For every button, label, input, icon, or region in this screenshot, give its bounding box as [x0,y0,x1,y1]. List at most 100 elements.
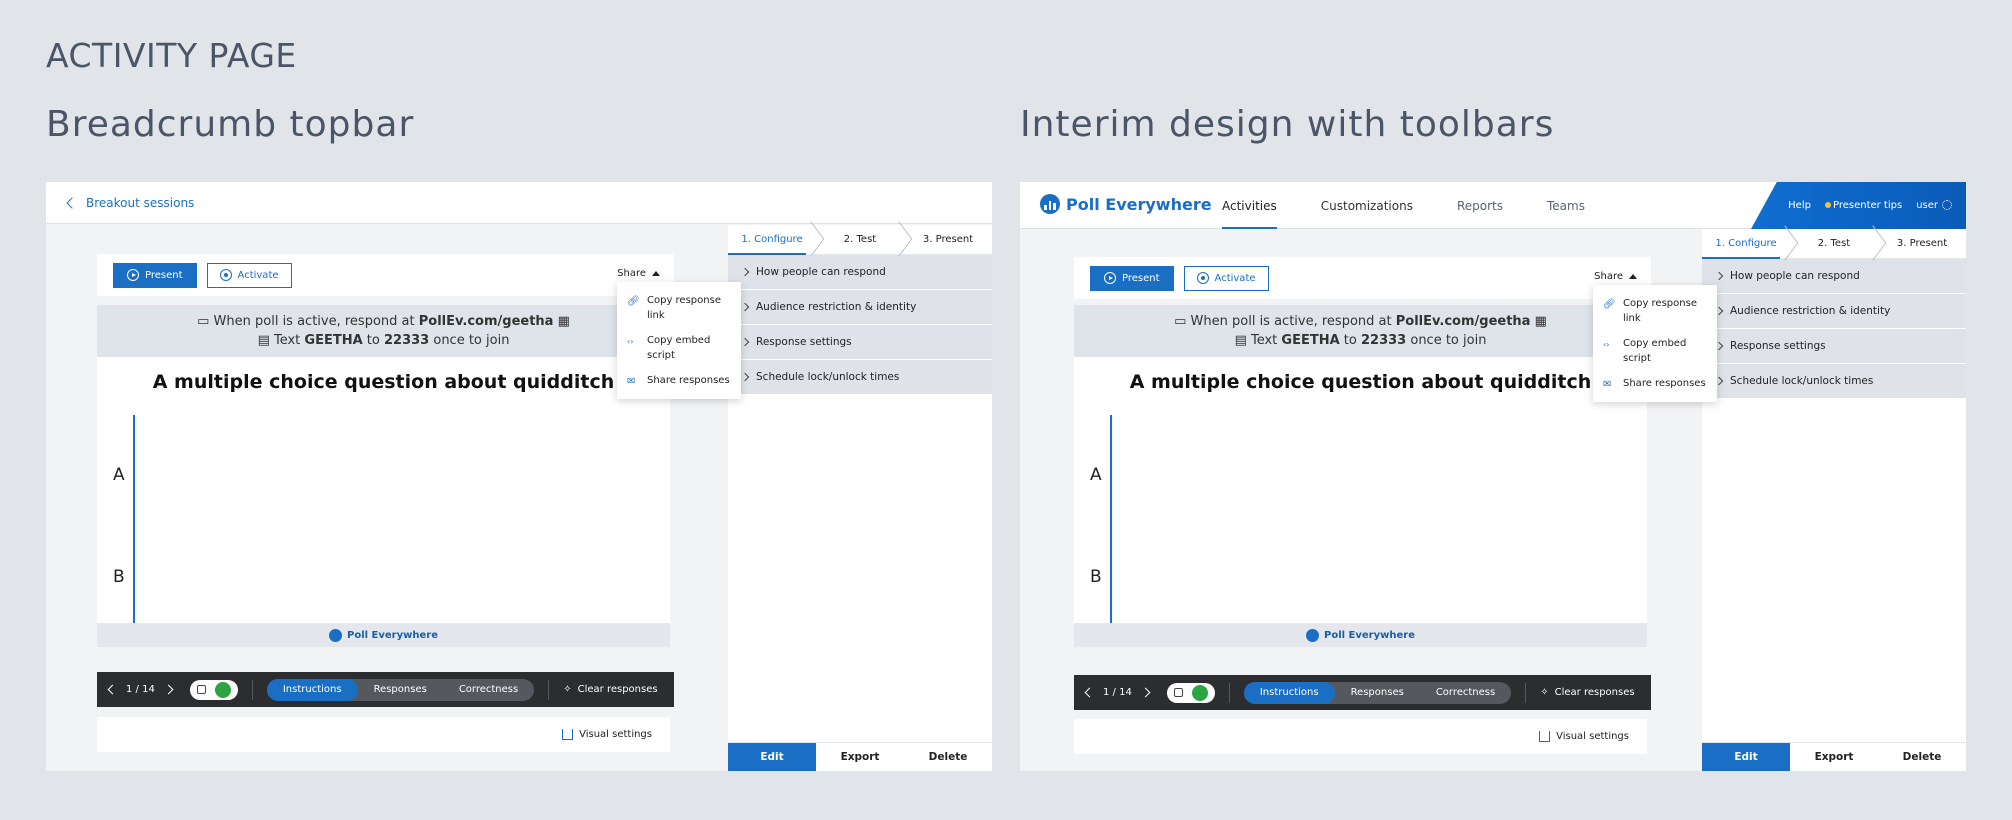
clear-responses-button[interactable]: ✧ Clear responses [1540,687,1634,698]
app-topbar: Poll Everywhere Activities Customization… [1020,182,1966,229]
mail-icon: ✉ [627,376,636,387]
nav-customizations[interactable]: Customizations [1299,182,1435,229]
visual-settings-link[interactable]: Visual settings [579,729,652,740]
breadcrumb-topbar: Breakout sessions [46,182,992,224]
broadcast-icon [219,269,232,281]
divider [1525,682,1527,703]
activate-button[interactable]: Activate [206,262,292,288]
visual-settings-bar: Visual settings [1074,719,1647,754]
share-responses-item[interactable]: ✉ Share responses [627,368,731,393]
chevron-right-icon [740,267,750,277]
chevron-right-icon [740,302,750,312]
breadcrumb-label: Breakout sessions [86,196,195,210]
copy-embed-script-item[interactable]: ‹› Copy embed script [1603,331,1707,371]
response-instructions: ▭ When poll is active, respond at PollEv… [97,305,670,357]
config-sidebar: 1. Configure 2. Test 3. Present How peop… [1702,225,1966,771]
next-slide-icon[interactable] [163,684,174,695]
delete-button[interactable]: Delete [1878,743,1966,771]
share-button[interactable]: Share [617,268,660,279]
tab-correctness[interactable]: Correctness [443,679,534,701]
presenter-tips-link[interactable]: Presenter tips [1824,200,1902,211]
nav-activities[interactable]: Activities [1200,182,1299,229]
poll-everywhere-logo-icon [1306,628,1319,642]
tab-instructions[interactable]: Instructions [1243,681,1335,704]
unlock-icon[interactable] [215,681,232,698]
edit-button[interactable]: Edit [728,743,816,771]
chevron-right-icon [740,337,750,347]
visual-settings-link[interactable]: Visual settings [1556,731,1629,742]
option-label: B [113,567,125,587]
edit-button[interactable]: Edit [1702,743,1790,771]
accordion-response-settings[interactable]: Response settings [1702,329,1966,364]
copy-embed-script-item[interactable]: ‹› Copy embed script [627,328,731,368]
accordion-audience-restriction[interactable]: Audience restriction & identity [1702,294,1966,329]
config-sidebar: 1. Configure 2. Test 3. Present How peop… [728,221,992,771]
next-slide-icon[interactable] [1140,687,1151,698]
left-mockup: Breakout sessions Present Activate Share… [46,182,992,771]
accordion-schedule-lock[interactable]: Schedule lock/unlock times [728,360,992,395]
accordion-how-people-respond[interactable]: How people can respond [1702,259,1966,294]
question-title: A multiple choice question about quiddit… [152,371,615,393]
tab-correctness[interactable]: Correctness [1420,682,1511,704]
breadcrumb[interactable]: Breakout sessions [66,196,195,210]
play-icon [127,269,139,281]
sidebar-actions: Edit Export Delete [728,742,992,771]
copy-response-link-item[interactable]: 🔗︎ Copy response link [1603,291,1707,331]
present-button[interactable]: Present [1090,265,1174,291]
link-icon: 🔗︎ [627,296,640,307]
chevron-left-icon [66,197,78,209]
accordion-how-people-respond[interactable]: How people can respond [728,255,992,290]
export-button[interactable]: Export [816,743,904,771]
unlock-icon[interactable] [1192,684,1209,701]
accordion-response-settings[interactable]: Response settings [728,325,992,360]
tab-responses[interactable]: Responses [358,679,443,701]
share-responses-item[interactable]: ✉ Share responses [1603,371,1707,396]
help-link[interactable]: Help [1788,200,1811,211]
divider [251,679,253,700]
activate-button[interactable]: Activate [1183,265,1269,291]
qr-icon: ▦ [1530,314,1547,329]
lock-icon[interactable] [1173,688,1183,697]
gear-icon [1942,200,1952,210]
chevron-right-icon [740,372,750,382]
activity-toolbar: Present Activate Share [97,254,674,296]
lock-icon[interactable] [196,685,206,694]
chevron-right-icon [1714,271,1724,281]
device-icon: ▭ [1174,314,1191,329]
device-icon: ▭ [197,314,214,329]
left-heading: Breadcrumb topbar [46,104,415,145]
copy-response-link-item[interactable]: 🔗︎ Copy response link [627,288,731,328]
nav-teams[interactable]: Teams [1525,182,1607,229]
sms-icon: ▤ [257,333,274,348]
tab-responses[interactable]: Responses [1335,682,1420,704]
present-button[interactable]: Present [113,262,197,288]
lock-toggle[interactable] [1166,682,1215,703]
presenter-toolbar: 1 / 14 Instructions Responses Correctnes… [1074,675,1651,710]
tab-instructions[interactable]: Instructions [266,678,358,701]
qr-icon: ▦ [553,314,570,329]
mail-icon: ✉ [1603,379,1612,390]
user-menu[interactable]: user [1916,200,1952,211]
share-button[interactable]: Share [1594,271,1637,282]
poll-everywhere-logo[interactable]: Poll Everywhere [1040,194,1212,214]
step-present[interactable]: 3. Present [1878,229,1966,258]
chart-axis [133,415,135,640]
option-label: A [113,465,125,485]
sparkle-icon: ✧ [563,684,572,695]
nav-reports[interactable]: Reports [1435,182,1525,229]
broadcast-icon [1196,272,1209,284]
view-tabs: Instructions Responses Correctness [266,678,535,701]
caret-up-icon [652,271,660,276]
prev-slide-icon[interactable] [107,684,118,695]
accordion-schedule-lock[interactable]: Schedule lock/unlock times [1702,364,1966,399]
option-label: A [1090,465,1102,485]
accordion-audience-restriction[interactable]: Audience restriction & identity [728,290,992,325]
right-mockup: Poll Everywhere Activities Customization… [1020,182,1966,771]
prev-slide-icon[interactable] [1084,687,1095,698]
step-present[interactable]: 3. Present [904,225,992,254]
delete-button[interactable]: Delete [904,743,992,771]
export-button[interactable]: Export [1790,743,1878,771]
clear-responses-button[interactable]: ✧ Clear responses [563,684,657,695]
lock-toggle[interactable] [189,679,238,700]
poll-everywhere-logo-icon [1040,194,1060,214]
